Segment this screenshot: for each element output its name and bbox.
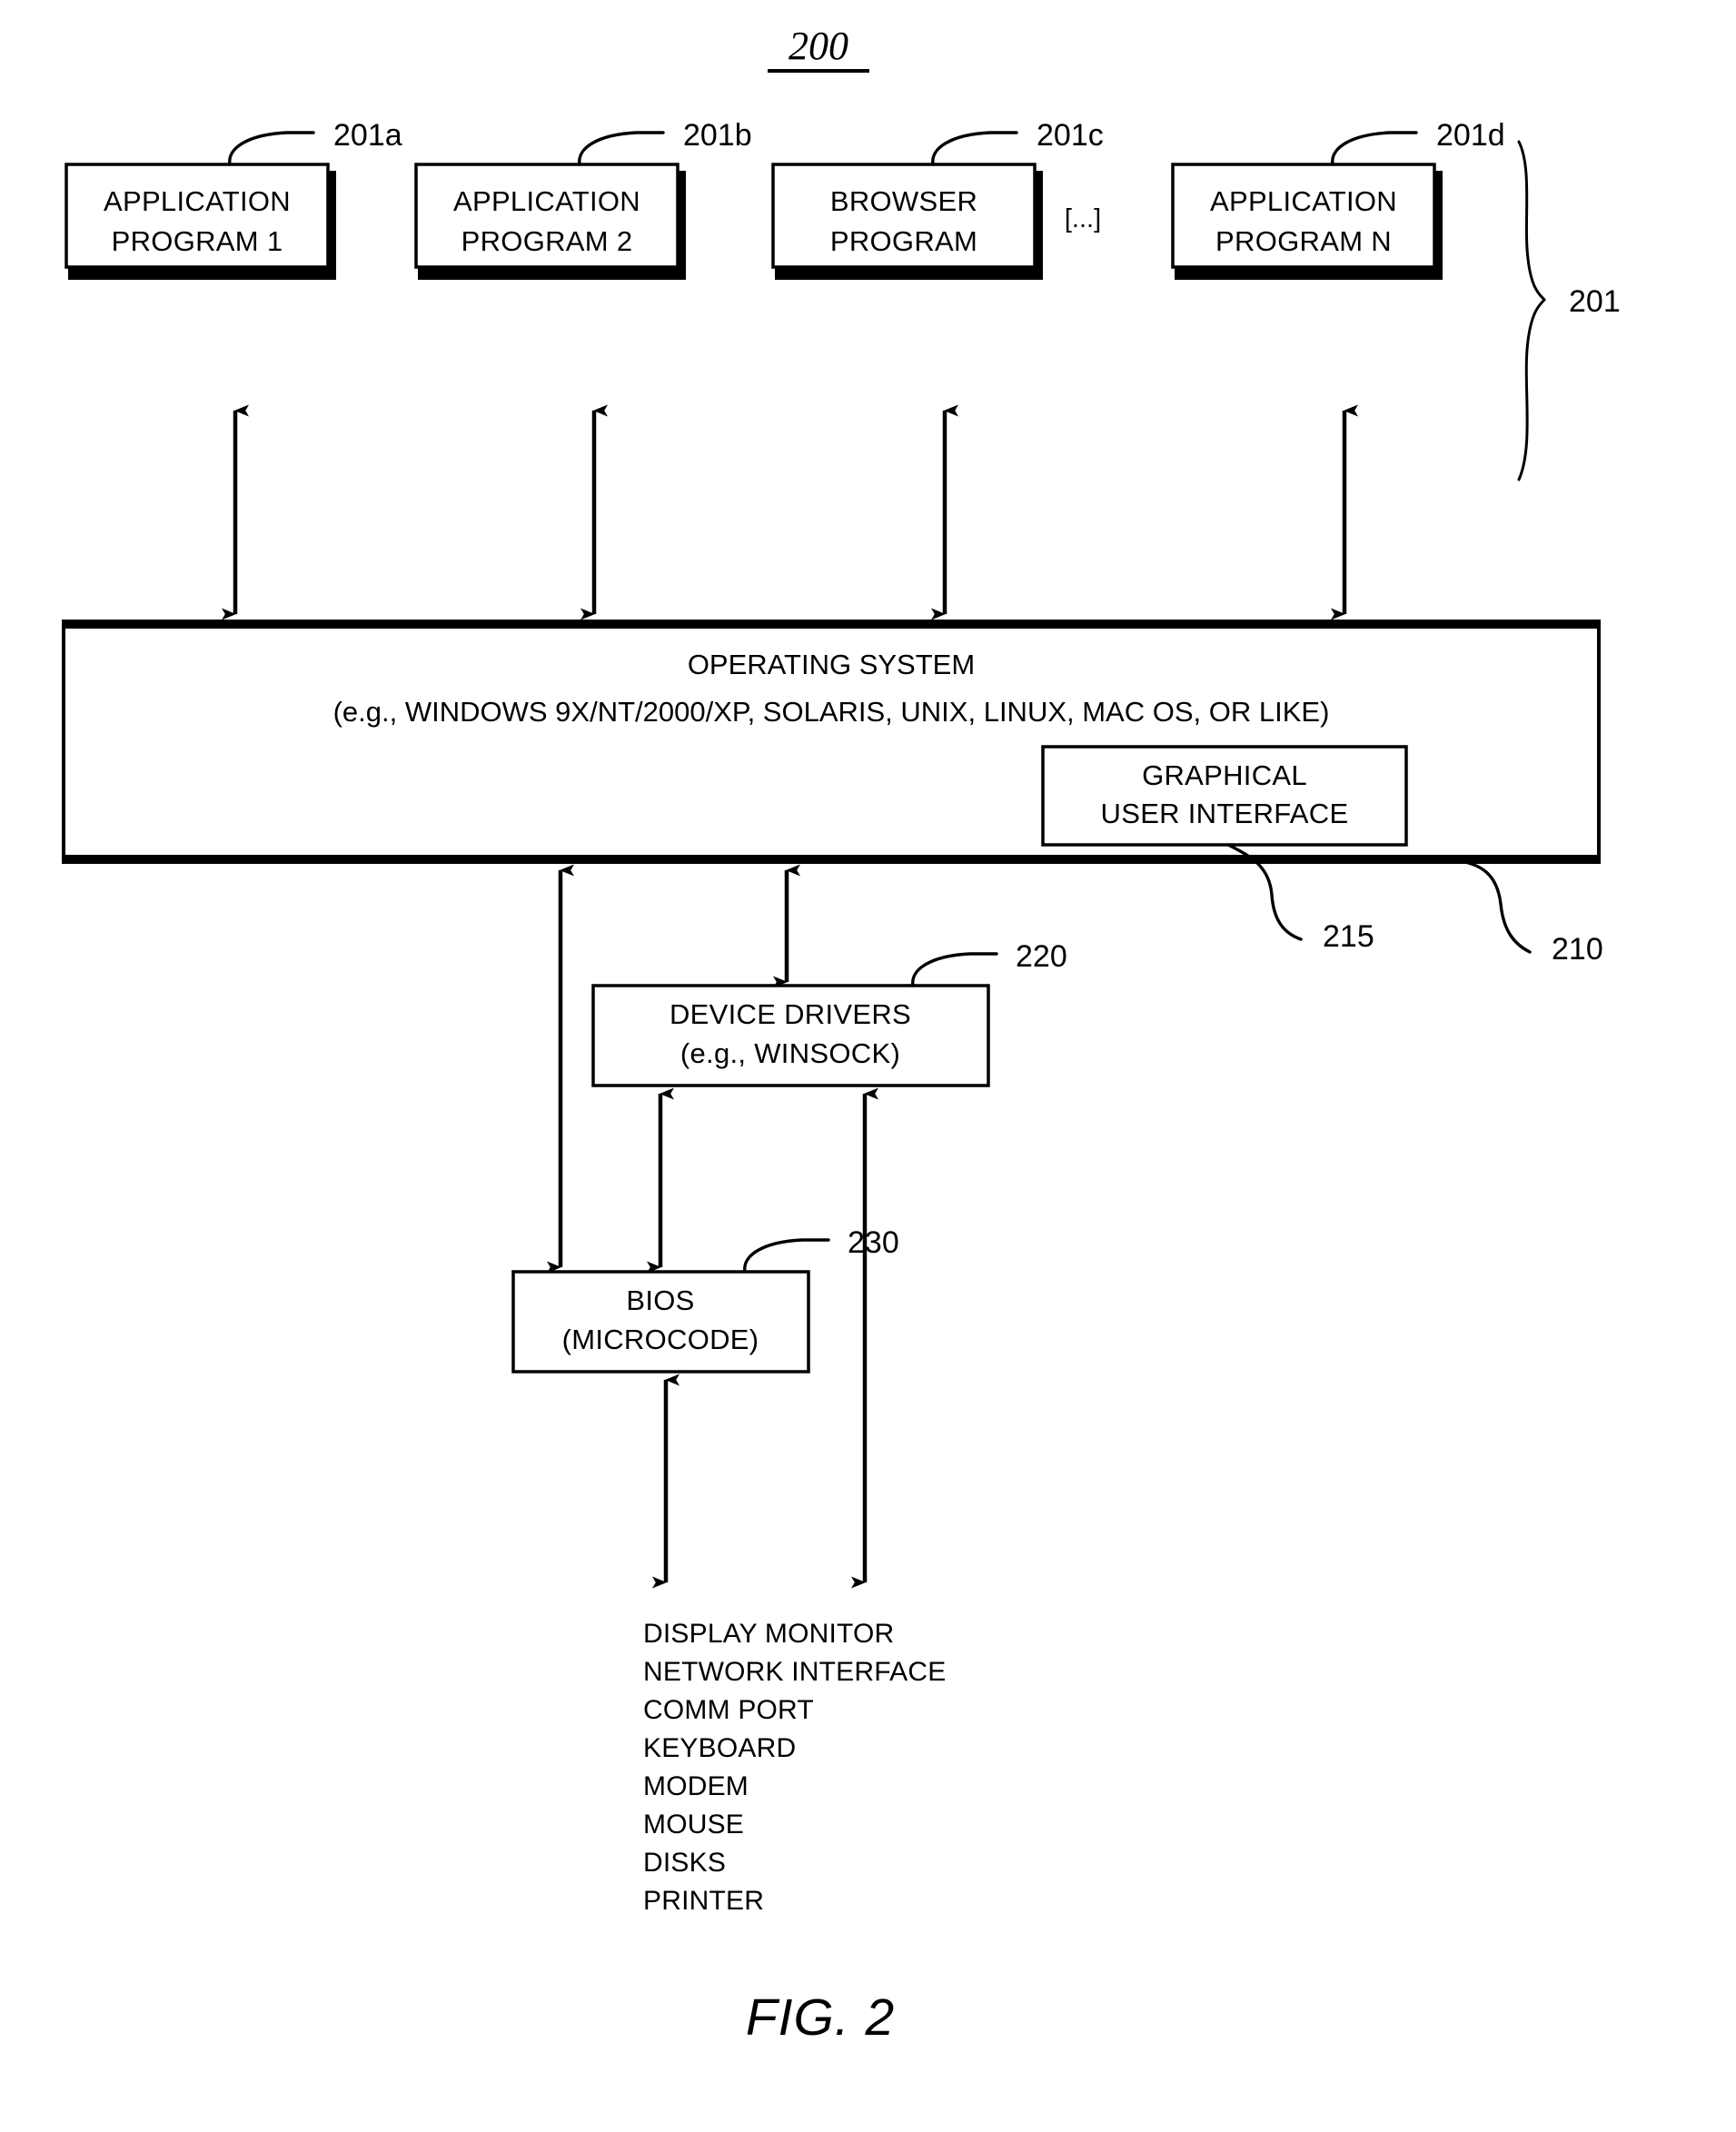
ref-201b-text: 201b [683,118,752,153]
device-list-item-7: PRINTER [643,1886,764,1916]
application-program-n-line2: PROGRAM N [1215,225,1392,257]
ref-230-text: 230 [848,1225,899,1260]
application-program-2-line1: APPLICATION [453,185,640,217]
ref-201c-text: 201c [1037,118,1104,153]
device-list-item-0: DISPLAY MONITOR [643,1619,894,1649]
device-list-item-6: DISKS [643,1848,726,1878]
operating-system-subtitle: (e.g., WINDOWS 9X/NT/2000/XP, SOLARIS, U… [333,696,1330,728]
device-list-item-1: NETWORK INTERFACE [643,1657,946,1687]
device-list-item-5: MOUSE [643,1810,744,1839]
application-program-1-line1: APPLICATION [104,185,291,217]
ref-220: 220 [911,939,1067,987]
figure-number-text: 200 [789,24,848,68]
bios-line1: BIOS [626,1284,694,1316]
figure-number: 200 [768,24,869,73]
operating-system-title: OPERATING SYSTEM [688,649,975,680]
device-drivers-line1: DEVICE DRIVERS [670,998,911,1030]
application-ellipsis: [...] [1065,204,1101,233]
application-group-brace: 201 [1517,140,1621,481]
browser-program-box[interactable]: BROWSER PROGRAM [771,163,1043,280]
ref-201d-text: 201d [1436,118,1505,153]
bios-line2: (MICROCODE) [562,1324,759,1355]
application-program-1-box[interactable]: APPLICATION PROGRAM 1 [64,163,336,280]
device-list: DISPLAY MONITOR NETWORK INTERFACE COMM P… [643,1619,946,1916]
ref-210-text: 210 [1552,932,1603,967]
browser-program-line2: PROGRAM [830,225,977,257]
gui-line1: GRAPHICAL [1142,759,1307,791]
patent-figure: 200 APPLICATION PROGRAM 1 201a APPLICATI… [0,0,1736,2132]
application-program-2-line2: PROGRAM 2 [461,225,633,257]
ref-201d: 201d [1331,118,1505,166]
bios-box[interactable]: BIOS (MICROCODE) [511,1270,810,1373]
device-list-item-3: KEYBOARD [643,1733,796,1763]
ref-201b: 201b [578,118,752,166]
ref-201a: 201a [228,118,402,166]
ref-201a-text: 201a [333,118,402,153]
ref-210: 210 [1459,859,1603,967]
ref-201c: 201c [931,118,1104,166]
figure-caption: FIG. 2 [746,1988,895,2047]
graphical-user-interface-box[interactable]: GRAPHICAL USER INTERFACE [1041,745,1408,847]
application-program-n-box[interactable]: APPLICATION PROGRAM N [1171,163,1443,280]
ref-201-text: 201 [1569,284,1621,319]
application-program-1-line2: PROGRAM 1 [112,225,283,257]
device-list-item-4: MODEM [643,1771,749,1801]
gui-line2: USER INTERFACE [1101,798,1349,829]
application-program-n-line1: APPLICATION [1210,185,1397,217]
application-program-2-box[interactable]: APPLICATION PROGRAM 2 [414,163,686,280]
device-list-item-2: COMM PORT [643,1695,814,1725]
browser-program-line1: BROWSER [830,185,977,217]
ref-215-text: 215 [1323,919,1374,954]
device-drivers-box[interactable]: DEVICE DRIVERS (e.g., WINSOCK) [591,984,990,1087]
device-drivers-line2: (e.g., WINSOCK) [680,1037,900,1069]
ref-220-text: 220 [1016,939,1067,974]
ref-230: 230 [743,1225,899,1274]
